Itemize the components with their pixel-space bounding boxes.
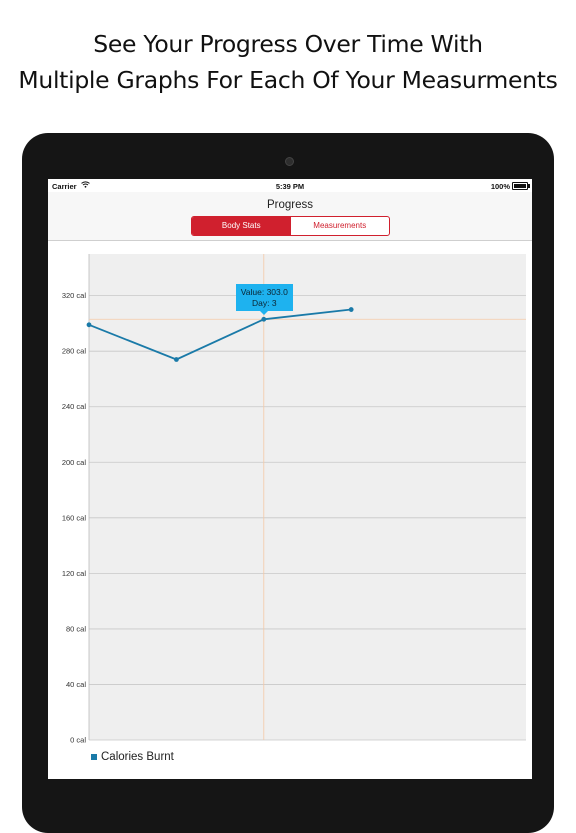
y-tick-label: 120 cal <box>62 569 87 578</box>
y-tick-label: 240 cal <box>62 402 87 411</box>
data-point <box>348 307 354 312</box>
legend-swatch <box>91 754 97 760</box>
plot-area <box>89 254 526 740</box>
y-tick-label: 320 cal <box>62 291 87 300</box>
data-point <box>86 322 92 328</box>
y-tick-label: 280 cal <box>62 347 87 356</box>
front-camera <box>285 157 294 166</box>
app-screen: Carrier 5:39 PM 100% Progress Body Stats… <box>48 179 532 779</box>
calories-line-chart: 0 cal 40 cal 80 cal 120 cal 160 cal 200 cal 24… <box>62 254 526 745</box>
tooltip-day: Day: 3 <box>252 297 277 308</box>
legend-label: Calories Burnt <box>101 751 174 763</box>
value-tooltip: Value: 303.0 Day: 3 <box>235 284 293 316</box>
y-tick-label: 200 cal <box>62 458 87 467</box>
promo-headline-line1: See Your Progress Over Time With <box>93 30 483 58</box>
y-tick-label: 80 cal <box>66 624 86 633</box>
tooltip-value: Value: 303.0 <box>240 287 288 298</box>
y-tick-label: 160 cal <box>62 513 87 522</box>
y-tick-label: 40 cal <box>66 680 86 689</box>
data-point <box>174 357 179 362</box>
data-point <box>261 316 267 322</box>
y-tick-label: 0 cal <box>70 736 86 745</box>
promo-headline-line2: Multiple Graphs For Each Of Your Measurm… <box>18 66 558 94</box>
chart-legend: Calories Burnt <box>91 751 174 763</box>
